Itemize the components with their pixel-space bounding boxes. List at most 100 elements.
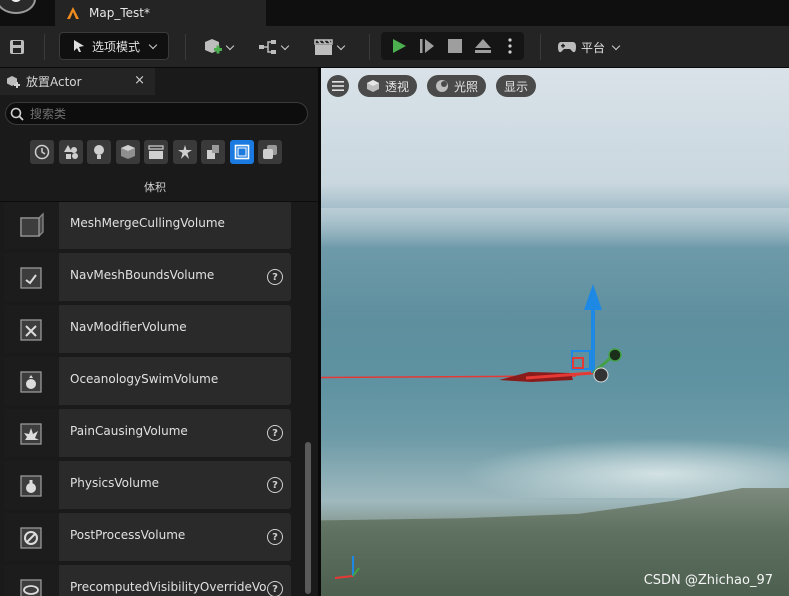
nav-modifier-volume-icon bbox=[4, 305, 59, 353]
blueprint-icon bbox=[259, 40, 276, 54]
category-recent[interactable] bbox=[30, 140, 54, 164]
selection-mode-button[interactable]: 选项模式 bbox=[59, 32, 169, 60]
list-item-label: OceanologySwimVolume bbox=[70, 372, 219, 386]
category-cinematic[interactable] bbox=[144, 140, 168, 164]
play-controls bbox=[381, 32, 524, 60]
list-item-label: PostProcessVolume bbox=[70, 528, 186, 542]
level-icon bbox=[67, 7, 79, 19]
watermark-text: CSDN @Zhichao_97 bbox=[643, 573, 773, 588]
light-icon bbox=[94, 145, 104, 159]
advance-frame-icon[interactable] bbox=[419, 38, 435, 54]
place-actors-tab-label: 放置Actor bbox=[26, 75, 82, 89]
visual-effects-icon bbox=[177, 145, 192, 159]
category-bar bbox=[30, 140, 282, 164]
gizmo-center-icon bbox=[593, 367, 609, 383]
search-icon bbox=[10, 107, 24, 121]
pain-causing-volume-icon bbox=[4, 409, 59, 457]
list-item[interactable]: PostProcessVolume ? bbox=[4, 513, 291, 561]
play-icon[interactable] bbox=[391, 38, 407, 54]
more-options-icon[interactable] bbox=[508, 38, 512, 54]
level-tab[interactable]: Map_Test* bbox=[55, 0, 266, 26]
clock-icon bbox=[34, 144, 50, 160]
volume-icon bbox=[234, 144, 249, 160]
help-icon[interactable]: ? bbox=[267, 269, 283, 285]
list-item[interactable]: NavMeshBoundsVolume ? bbox=[4, 253, 291, 301]
clapperboard-icon bbox=[314, 39, 333, 55]
list-item[interactable]: PainCausingVolume ? bbox=[4, 409, 291, 457]
list-scrollbar[interactable] bbox=[305, 442, 311, 594]
add-actor-icon bbox=[205, 39, 222, 54]
list-item[interactable]: NavModifierVolume bbox=[4, 305, 291, 353]
list-item[interactable]: OceanologySwimVolume bbox=[4, 357, 291, 405]
category-visual-effects[interactable] bbox=[172, 140, 197, 164]
place-actors-tab[interactable]: 放置Actor × bbox=[0, 68, 155, 95]
category-title: 体积 bbox=[144, 181, 166, 194]
title-bar: Map_Test* bbox=[0, 0, 789, 26]
gizmo-z-arrowhead bbox=[584, 284, 602, 310]
cube-icon bbox=[120, 145, 135, 159]
list-item-label: PainCausingVolume bbox=[70, 424, 188, 438]
selection-mode-label: 选项模式 bbox=[91, 39, 140, 54]
chevron-down-icon bbox=[225, 41, 235, 50]
actor-list: MeshMergeCullingVolume NavMeshBoundsVolu… bbox=[0, 202, 318, 596]
unreal-logo[interactable] bbox=[0, 0, 36, 14]
gizmo-y-handle bbox=[608, 348, 622, 362]
chevron-down-icon bbox=[280, 41, 290, 50]
category-basic[interactable] bbox=[58, 140, 83, 164]
chevron-down-icon bbox=[611, 41, 621, 50]
platforms-label: 平台 bbox=[580, 40, 605, 55]
nav-mesh-volume-icon bbox=[4, 253, 59, 301]
swim-volume-icon bbox=[4, 357, 59, 405]
category-lights[interactable] bbox=[87, 140, 111, 164]
gamepad-icon bbox=[557, 42, 576, 53]
help-icon[interactable]: ? bbox=[267, 529, 283, 545]
cinematics-button[interactable] bbox=[309, 34, 349, 60]
stop-icon[interactable] bbox=[447, 38, 463, 54]
list-item-label: NavModifierVolume bbox=[70, 320, 187, 334]
blueprints-button[interactable] bbox=[253, 34, 293, 60]
main-toolbar: 选项模式 平台 bbox=[0, 26, 789, 68]
select-icon bbox=[73, 40, 84, 52]
visibility-volume-icon bbox=[4, 565, 59, 596]
cinematic-icon bbox=[148, 145, 164, 159]
category-volumes[interactable] bbox=[229, 140, 254, 164]
close-icon[interactable]: × bbox=[134, 73, 145, 88]
level-tab-label: Map_Test* bbox=[89, 6, 150, 20]
category-geometry[interactable] bbox=[201, 140, 225, 164]
add-content-button[interactable] bbox=[198, 34, 238, 60]
shapes-icon bbox=[63, 145, 78, 159]
list-item-label: MeshMergeCullingVolume bbox=[70, 216, 225, 230]
chevron-down-icon bbox=[336, 41, 346, 50]
place-actors-panel: 放置Actor × 体积 MeshMergeCullingVolume bbox=[0, 68, 318, 596]
help-icon[interactable]: ? bbox=[267, 425, 283, 441]
level-viewport[interactable]: 透视 光照 显示 CSDN @Zhichao_97 bbox=[321, 68, 789, 596]
eject-icon[interactable] bbox=[474, 38, 492, 54]
chevron-down-icon bbox=[148, 40, 158, 49]
category-all-classes[interactable] bbox=[258, 140, 282, 164]
category-shapes[interactable] bbox=[115, 140, 140, 164]
gizmo-plane-handle bbox=[571, 350, 591, 370]
axis-indicator-x bbox=[334, 575, 354, 579]
help-icon[interactable]: ? bbox=[267, 581, 283, 596]
save-icon bbox=[10, 40, 24, 54]
physics-volume-icon bbox=[4, 461, 59, 509]
list-item-label: PrecomputedVisibilityOverrideVo bbox=[70, 580, 267, 594]
search-box[interactable] bbox=[5, 102, 308, 125]
list-item[interactable]: PhysicsVolume ? bbox=[4, 461, 291, 509]
list-item-label: NavMeshBoundsVolume bbox=[70, 268, 215, 282]
transform-gizmo[interactable] bbox=[321, 68, 789, 596]
editor-window: Map_Test* 选项模式 平台 放置Actor × 搜索类 体积 MeshM… bbox=[0, 0, 789, 596]
post-process-volume-icon bbox=[4, 513, 59, 561]
geometry-icon bbox=[207, 145, 219, 159]
save-button[interactable] bbox=[6, 36, 28, 58]
all-classes-icon bbox=[263, 145, 277, 159]
list-item-label: PhysicsVolume bbox=[70, 476, 160, 490]
place-actors-icon bbox=[7, 75, 20, 88]
platforms-button[interactable]: 平台 bbox=[553, 34, 623, 60]
gizmo-plane-handle bbox=[572, 357, 584, 369]
volume-thumbnail-icon bbox=[4, 202, 59, 249]
search-input[interactable] bbox=[30, 106, 300, 121]
help-icon[interactable]: ? bbox=[267, 477, 283, 493]
list-item[interactable]: MeshMergeCullingVolume bbox=[4, 202, 291, 249]
list-item[interactable]: PrecomputedVisibilityOverrideVo ? bbox=[4, 565, 291, 596]
